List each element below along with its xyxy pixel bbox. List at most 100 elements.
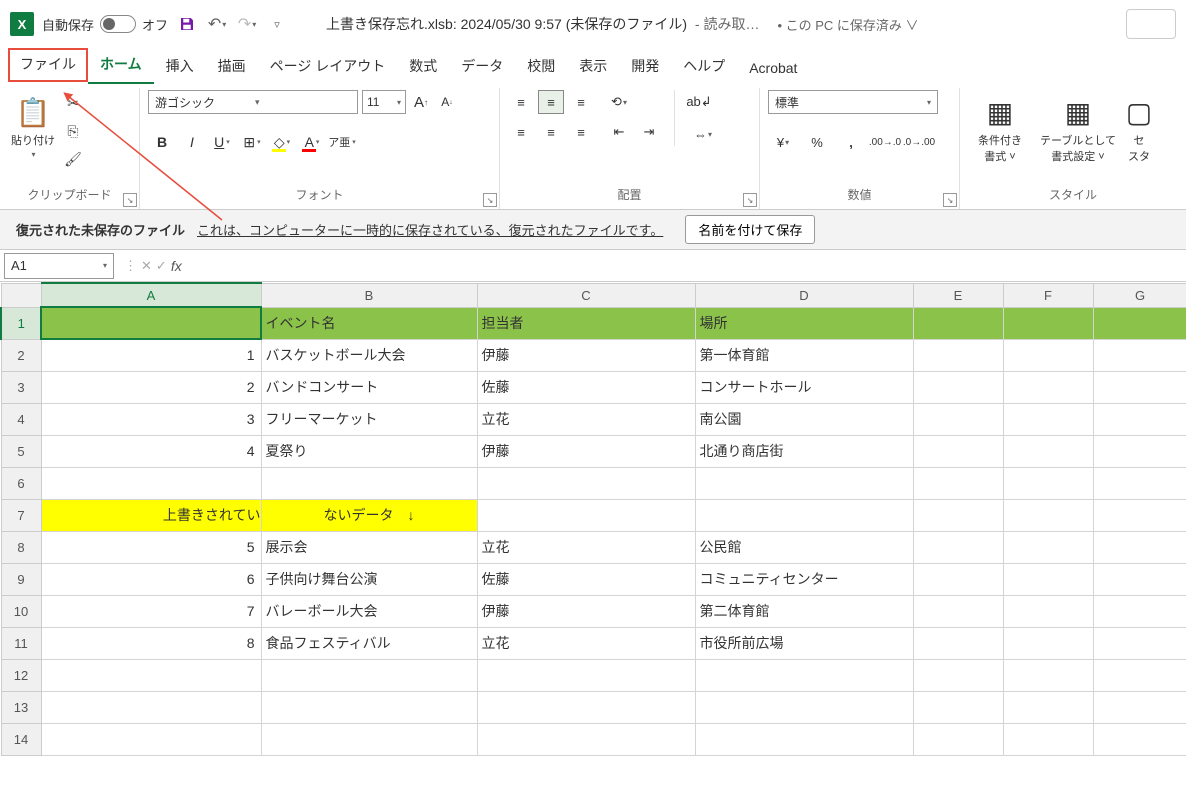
cell[interactable] — [1093, 467, 1186, 499]
cut-icon[interactable]: ✂ — [62, 92, 84, 114]
orientation-icon[interactable]: ⟲▾ — [606, 90, 632, 114]
decrease-indent-icon[interactable]: ⇤ — [606, 120, 632, 144]
cell[interactable] — [1003, 691, 1093, 723]
tab-draw[interactable]: 描画 — [206, 50, 258, 84]
cell[interactable] — [913, 403, 1003, 435]
row-header[interactable]: 12 — [1, 659, 41, 691]
cell[interactable] — [477, 467, 695, 499]
cell[interactable] — [695, 691, 913, 723]
font-color-button[interactable]: A▾ — [298, 130, 326, 154]
cell[interactable] — [261, 467, 477, 499]
row-header[interactable]: 4 — [1, 403, 41, 435]
align-bottom-icon[interactable]: ≡ — [568, 90, 594, 114]
comma-icon[interactable]: , — [836, 130, 866, 154]
recovery-message[interactable]: これは、コンピューターに一時的に保存されている、復元されたファイルです。 — [197, 220, 663, 239]
cell[interactable]: 北通り商店街 — [695, 435, 913, 467]
cell[interactable] — [913, 307, 1003, 339]
cell[interactable] — [913, 691, 1003, 723]
col-header[interactable]: C — [477, 283, 695, 307]
cell[interactable] — [1093, 723, 1186, 755]
cell[interactable] — [913, 339, 1003, 371]
cell[interactable]: 4 — [41, 435, 261, 467]
cell[interactable]: バンドコンサート — [261, 371, 477, 403]
tab-layout[interactable]: ページ レイアウト — [258, 50, 398, 84]
spreadsheet-grid[interactable]: A B C D E F G 1イベント名担当者場所21バスケットボール大会伊藤第… — [0, 282, 1186, 756]
tab-view[interactable]: 表示 — [567, 50, 619, 84]
select-all-corner[interactable] — [1, 283, 41, 307]
cell[interactable]: 佐藤 — [477, 563, 695, 595]
qat-dropdown-icon[interactable]: ▿ — [266, 13, 288, 35]
cell[interactable]: 7 — [41, 595, 261, 627]
align-center-icon[interactable]: ≡ — [538, 120, 564, 144]
cell[interactable]: バスケットボール大会 — [261, 339, 477, 371]
align-middle-icon[interactable]: ≡ — [538, 90, 564, 114]
cell[interactable]: バレーボール大会 — [261, 595, 477, 627]
cell[interactable] — [1003, 435, 1093, 467]
cell[interactable]: ないデータ ↓ — [261, 499, 477, 531]
cell[interactable] — [41, 723, 261, 755]
cell[interactable]: 立花 — [477, 531, 695, 563]
col-header[interactable]: G — [1093, 283, 1186, 307]
col-header[interactable]: E — [913, 283, 1003, 307]
copy-icon[interactable]: ⎘ — [62, 120, 84, 142]
cell[interactable]: 2 — [41, 371, 261, 403]
cell[interactable] — [695, 467, 913, 499]
row-header[interactable]: 9 — [1, 563, 41, 595]
cell[interactable] — [477, 659, 695, 691]
cell[interactable]: 3 — [41, 403, 261, 435]
cancel-formula-icon[interactable]: ✕ — [141, 258, 152, 274]
percent-icon[interactable]: % — [802, 130, 832, 154]
tab-home[interactable]: ホーム — [88, 48, 154, 84]
cell[interactable] — [1003, 563, 1093, 595]
row-header[interactable]: 1 — [1, 307, 41, 339]
cell[interactable]: イベント名 — [261, 307, 477, 339]
cell[interactable] — [695, 723, 913, 755]
row-header[interactable]: 11 — [1, 627, 41, 659]
col-header[interactable]: D — [695, 283, 913, 307]
border-button[interactable]: ⊞▾ — [238, 130, 266, 154]
cell[interactable]: 立花 — [477, 627, 695, 659]
cell[interactable]: 5 — [41, 531, 261, 563]
cell[interactable] — [1003, 371, 1093, 403]
underline-button[interactable]: U▾ — [208, 130, 236, 154]
clipboard-expand-icon[interactable]: ↘ — [123, 193, 137, 207]
align-expand-icon[interactable]: ↘ — [743, 193, 757, 207]
cell[interactable] — [477, 691, 695, 723]
cell[interactable] — [913, 723, 1003, 755]
cell[interactable] — [477, 723, 695, 755]
cell[interactable] — [913, 659, 1003, 691]
cell[interactable]: コミュニティセンター — [695, 563, 913, 595]
cell[interactable] — [913, 595, 1003, 627]
cell[interactable]: 上書きされてい — [41, 499, 261, 531]
cell[interactable] — [1003, 467, 1093, 499]
cell[interactable] — [1093, 339, 1186, 371]
align-right-icon[interactable]: ≡ — [568, 120, 594, 144]
cell[interactable] — [41, 691, 261, 723]
italic-button[interactable]: I — [178, 130, 206, 154]
cell[interactable] — [913, 627, 1003, 659]
fill-color-button[interactable]: ◇▾ — [268, 130, 296, 154]
cell[interactable] — [1093, 435, 1186, 467]
format-painter-icon[interactable]: 🖌 — [62, 148, 84, 170]
number-expand-icon[interactable]: ↘ — [943, 193, 957, 207]
cell[interactable] — [1003, 499, 1093, 531]
conditional-format-button[interactable]: ▦ 条件付き 書式 ˅ — [968, 90, 1032, 164]
cell[interactable] — [261, 691, 477, 723]
redo-icon[interactable]: ↷▾ — [236, 13, 258, 35]
decrease-decimal-icon[interactable]: .0→.00 — [904, 130, 934, 154]
cell[interactable] — [1003, 339, 1093, 371]
cell[interactable] — [1003, 659, 1093, 691]
formula-input[interactable] — [192, 253, 1182, 279]
wrap-text-icon[interactable]: ab↲ — [683, 90, 715, 114]
cell[interactable] — [913, 467, 1003, 499]
col-header[interactable]: B — [261, 283, 477, 307]
increase-decimal-icon[interactable]: .00→.0 — [870, 130, 900, 154]
cell[interactable]: 8 — [41, 627, 261, 659]
currency-icon[interactable]: ¥▾ — [768, 130, 798, 154]
cell[interactable] — [41, 307, 261, 339]
cell[interactable] — [913, 371, 1003, 403]
row-header[interactable]: 7 — [1, 499, 41, 531]
decrease-font-icon[interactable]: A↓ — [436, 91, 458, 113]
font-expand-icon[interactable]: ↘ — [483, 193, 497, 207]
cell[interactable] — [261, 659, 477, 691]
